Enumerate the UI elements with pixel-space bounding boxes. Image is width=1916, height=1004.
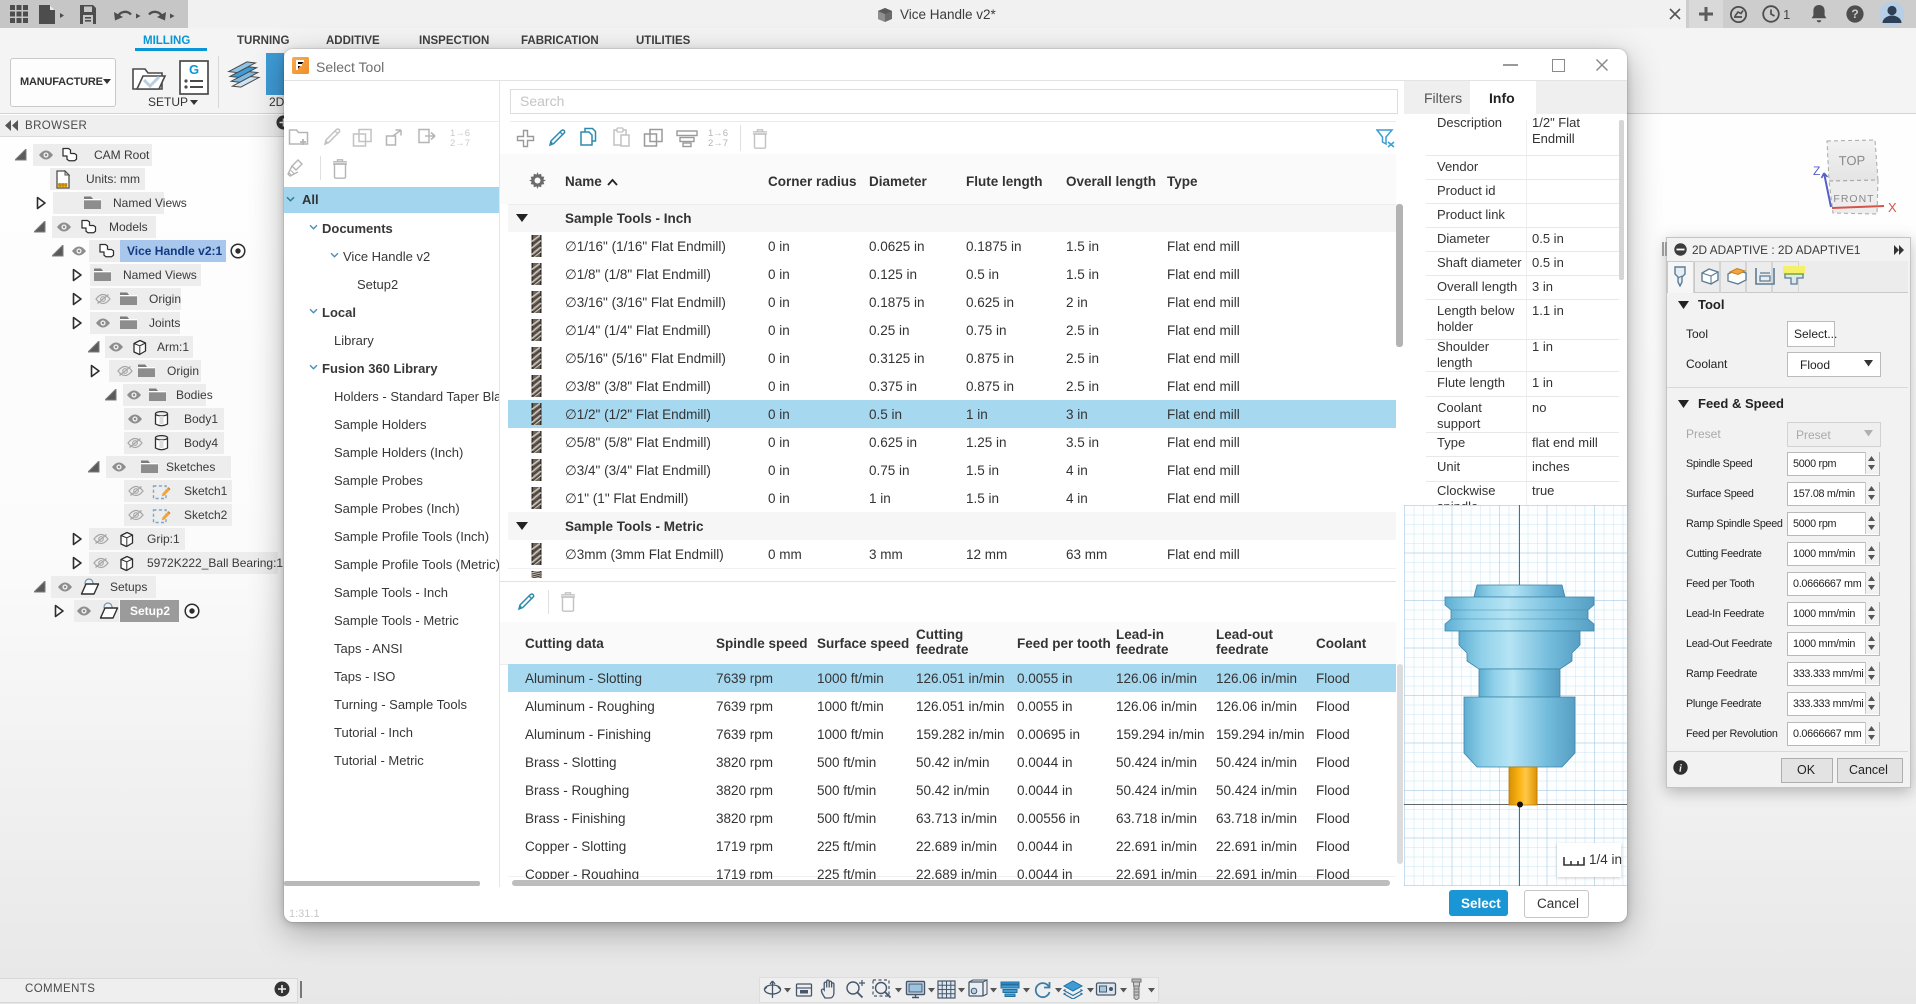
svg-text:i: i bbox=[1679, 763, 1682, 774]
svg-text:G: G bbox=[189, 62, 199, 77]
svg-text:X: X bbox=[1888, 200, 1897, 215]
svg-text:?: ? bbox=[1851, 7, 1858, 21]
svg-text:TOP: TOP bbox=[1839, 153, 1866, 168]
svg-text:Z: Z bbox=[1813, 164, 1820, 178]
svg-text:FRONT: FRONT bbox=[1833, 193, 1874, 205]
